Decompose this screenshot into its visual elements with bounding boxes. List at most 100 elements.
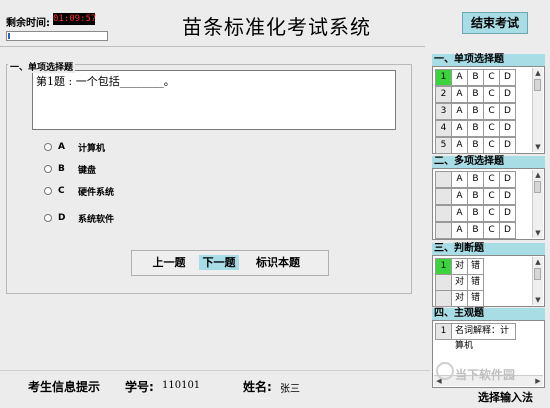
answer-option-cell[interactable]: 对 [451, 258, 468, 275]
scroll-up-icon[interactable]: ▲ [533, 68, 543, 78]
answer-option-cell[interactable]: D [499, 120, 516, 137]
scroll-thumb[interactable] [534, 181, 541, 193]
student-name-label: 姓名: [243, 380, 272, 394]
scroll-thumb[interactable] [534, 79, 541, 91]
answer-option-cell[interactable]: D [499, 188, 516, 205]
answer-option-cell[interactable]: 对 [451, 274, 468, 291]
question-number-cell[interactable]: 5 [435, 137, 452, 154]
question-number-cell[interactable] [435, 188, 452, 205]
answer-option-cell[interactable]: 错 [467, 274, 484, 291]
answer-option-cell[interactable]: C [483, 171, 500, 188]
answer-option-cell[interactable]: A [451, 120, 468, 137]
option-a-radio[interactable] [44, 143, 52, 151]
answer-option-cell[interactable]: 错 [467, 258, 484, 275]
subjective-text[interactable]: 名词解释：计算机 [451, 323, 516, 351]
answer-option-cell[interactable]: C [483, 86, 500, 103]
question-number-cell[interactable] [435, 222, 452, 239]
option-b-text: 键盘 [78, 165, 97, 176]
answer-option-cell[interactable]: C [483, 222, 500, 239]
question-number-cell[interactable] [435, 205, 452, 222]
true-false-scrollbar[interactable]: ▲ ▼ [532, 257, 543, 305]
timer-progress-bar [6, 31, 108, 41]
scroll-down-icon[interactable]: ▼ [533, 142, 543, 152]
answer-option-cell[interactable]: B [467, 188, 484, 205]
multi-choice-row: ABCD [435, 188, 516, 205]
answer-option-cell[interactable]: B [467, 120, 484, 137]
subjective-number[interactable]: 1 [435, 323, 452, 340]
option-d[interactable]: D 系统软件 [44, 211, 114, 225]
answer-option-cell[interactable]: C [483, 205, 500, 222]
answer-option-cell[interactable]: B [467, 69, 484, 86]
timer-progress-fill [8, 33, 10, 39]
multi-choice-row: ABCD [435, 171, 516, 188]
question-section-title: 一、单项选择题 [8, 60, 76, 73]
answer-option-cell[interactable]: D [499, 103, 516, 120]
single-choice-answer-grid: 1ABCD2ABCD3ABCD4ABCD5ABCD ▲ ▼ [432, 66, 545, 154]
answer-option-cell[interactable]: C [483, 103, 500, 120]
single-choice-scrollbar[interactable]: ▲ ▼ [532, 68, 543, 152]
option-d-letter: D [58, 213, 66, 223]
question-number-cell[interactable] [435, 290, 452, 307]
option-a[interactable]: A 计算机 [44, 140, 105, 154]
answer-option-cell[interactable]: B [467, 137, 484, 154]
prev-question-button[interactable]: 上一题 [149, 255, 189, 270]
question-number-cell[interactable]: 3 [435, 103, 452, 120]
question-number-cell[interactable] [435, 171, 452, 188]
answer-option-cell[interactable]: D [499, 86, 516, 103]
true-false-row: 对错 [435, 290, 484, 307]
answer-option-cell[interactable]: C [483, 69, 500, 86]
answer-option-cell[interactable]: A [451, 171, 468, 188]
subjective-row[interactable]: 1 名词解释：计算机 [435, 323, 516, 351]
answer-option-cell[interactable]: A [451, 205, 468, 222]
answer-option-cell[interactable]: D [499, 137, 516, 154]
answer-option-cell[interactable]: A [451, 222, 468, 239]
question-number-cell[interactable]: 1 [435, 258, 452, 275]
answer-option-cell[interactable]: D [499, 205, 516, 222]
answer-option-cell[interactable]: 对 [451, 290, 468, 307]
answer-option-cell[interactable]: A [451, 137, 468, 154]
end-exam-button[interactable]: 结束考试 [462, 12, 528, 34]
question-number-cell[interactable]: 1 [435, 69, 452, 86]
answer-option-cell[interactable]: A [451, 69, 468, 86]
mark-question-button[interactable]: 标识本题 [252, 255, 304, 270]
answer-option-cell[interactable]: A [451, 86, 468, 103]
scroll-thumb[interactable] [534, 268, 541, 280]
option-c[interactable]: C 硬件系统 [44, 184, 114, 198]
scroll-down-icon[interactable]: ▼ [533, 228, 543, 238]
question-number-cell[interactable]: 2 [435, 86, 452, 103]
single-choice-header: 一、单项选择题 [432, 54, 545, 66]
scroll-down-icon[interactable]: ▼ [533, 295, 543, 305]
answer-option-cell[interactable]: D [499, 222, 516, 239]
multi-choice-scrollbar[interactable]: ▲ ▼ [532, 170, 543, 238]
answer-option-cell[interactable]: B [467, 205, 484, 222]
scroll-right-icon[interactable]: ▶ [533, 376, 543, 386]
option-c-radio[interactable] [44, 187, 52, 195]
question-number-cell[interactable]: 4 [435, 120, 452, 137]
answer-option-cell[interactable]: C [483, 188, 500, 205]
timer-display: 01:09:57 [53, 13, 97, 25]
answer-option-cell[interactable]: A [451, 103, 468, 120]
option-b[interactable]: B 键盘 [44, 162, 96, 176]
answer-option-cell[interactable]: C [483, 120, 500, 137]
select-input-method-button[interactable]: 选择输入法 [478, 389, 533, 405]
answer-option-cell[interactable]: D [499, 69, 516, 86]
subjective-header: 四、主观题 [432, 308, 545, 320]
answer-option-cell[interactable]: B [467, 222, 484, 239]
answer-option-cell[interactable]: B [467, 86, 484, 103]
scroll-up-icon[interactable]: ▲ [533, 170, 543, 180]
answer-option-cell[interactable]: B [467, 103, 484, 120]
answer-option-cell[interactable]: D [499, 171, 516, 188]
answer-option-cell[interactable]: A [451, 188, 468, 205]
scroll-up-icon[interactable]: ▲ [533, 257, 543, 267]
true-false-row: 对错 [435, 274, 484, 291]
option-d-radio[interactable] [44, 214, 52, 222]
answer-option-cell[interactable]: 错 [467, 290, 484, 307]
single-choice-row: 2ABCD [435, 86, 516, 103]
question-number-cell[interactable] [435, 274, 452, 291]
multi-choice-row: ABCD [435, 205, 516, 222]
answer-option-cell[interactable]: C [483, 137, 500, 154]
answer-option-cell[interactable]: B [467, 171, 484, 188]
option-b-radio[interactable] [44, 165, 52, 173]
option-a-letter: A [58, 142, 65, 152]
next-question-button[interactable]: 下一题 [199, 255, 239, 270]
